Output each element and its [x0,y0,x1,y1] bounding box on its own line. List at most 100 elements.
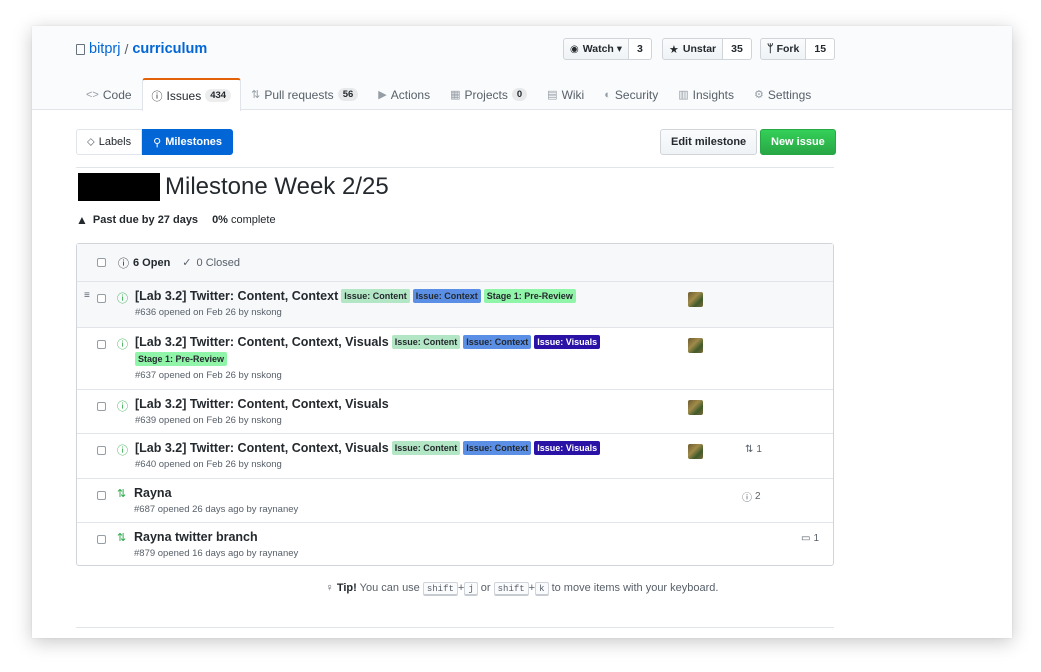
issue-meta: #637 opened on Feb 26 by nskong [135,370,282,381]
tab-pull-requests[interactable]: ⇅ Pull requests 56 [241,78,368,110]
browser-frame: bitprj / curriculum ◉ Watch ▾ 3 ★ Unstar… [32,26,1012,638]
avatar[interactable] [688,400,703,415]
label-issue-context[interactable]: Issue: Context [463,335,532,349]
tab-insights[interactable]: ▥ Insights [668,78,744,110]
tab-label: Code [102,87,132,102]
list-item[interactable]: ⓘ [Lab 3.2] Twitter: Content, Context, V… [77,390,833,434]
issue-title-link[interactable]: [Lab 3.2] Twitter: Content, Context, Vis… [135,397,389,411]
closed-filter[interactable]: 0 Closed [197,257,240,269]
tab-settings[interactable]: ⚙ Settings [744,78,821,110]
light-bulb-icon: ♀ [325,582,334,594]
select-all-checkbox[interactable] [97,258,106,267]
repo-owner-link[interactable]: bitprj [89,41,120,57]
complete-text: complete [230,214,276,226]
tab-label: Security [614,87,659,102]
issue-content: [Lab 3.2] Twitter: Content, Context, Vis… [135,397,683,426]
issue-title-link[interactable]: [Lab 3.2] Twitter: Content, Context, Vis… [135,441,389,455]
issue-checkbox[interactable] [97,340,106,349]
subnav-milestones-text: Milestones [165,136,223,148]
issue-meta: #879 opened 16 days ago by raynaney [134,548,299,559]
redaction-box [78,173,160,201]
comments-link[interactable]: ▭ 1 [801,533,819,544]
tab-code[interactable]: <> Code [76,78,142,110]
graph-icon: ▥ [678,89,689,101]
fork-button[interactable]: ᛘ Fork [760,38,807,60]
fork-count[interactable]: 15 [806,38,836,60]
shield-icon: ◐ [604,88,611,101]
tab-count: 0 [511,88,528,101]
issue-content: Rayna #687 opened 26 days ago by raynane… [134,486,683,515]
issues-box: ⓘ 6 Open ✓ 0 Closed ≡ ⓘ [Lab 3.2] Twitte… [76,243,834,566]
tag-icon: ⬦ [87,135,95,148]
watch-count[interactable]: 3 [629,38,652,60]
label-line: Stage 1: Pre-Review [135,352,683,366]
issue-title-link[interactable]: Rayna twitter branch [134,530,258,544]
unstar-label: Unstar [682,43,717,55]
label-issue-context[interactable]: Issue: Context [463,441,532,455]
issue-checkbox[interactable] [97,402,106,411]
subnav-labels[interactable]: ⬦ Labels [76,129,143,155]
watch-label: Watch ▾ [582,43,623,55]
label-issue-content[interactable]: Issue: Content [341,289,410,303]
pull-request-icon: ⇅ [745,444,754,455]
label-issue-visuals[interactable]: Issue: Visuals [534,335,601,349]
tip-or: or [480,582,491,594]
repo-title: bitprj / curriculum [76,41,207,57]
tab-label: Issues [166,88,202,103]
tab-security[interactable]: ◐ Security [594,78,668,110]
kbd-k: k [535,582,549,596]
edit-milestone-button[interactable]: Edit milestone [660,129,758,155]
issue-title-link[interactable]: [Lab 3.2] Twitter: Content, Context, Vis… [135,335,389,349]
tab-count: 56 [337,88,359,101]
linked-issues[interactable]: ⓘ 2 [742,489,761,504]
label-stage[interactable]: Stage 1: Pre-Review [483,289,576,303]
tip-prefix: Tip! [336,582,357,594]
actions-icon: ▶ [378,89,387,101]
comments-count: 1 [813,533,820,544]
projects-icon: ▦ [450,89,461,101]
open-filter[interactable]: 6 Open [133,257,170,269]
tab-wiki[interactable]: ▤ Wiki [537,78,594,110]
list-item[interactable]: ⓘ [Lab 3.2] Twitter: Content, Context, V… [77,328,833,390]
issue-checkbox[interactable] [97,535,106,544]
list-item[interactable]: ⓘ [Lab 3.2] Twitter: Content, Context, V… [77,434,833,479]
drag-handle-icon[interactable]: ≡ [84,290,90,301]
list-item[interactable]: ≡ ⓘ [Lab 3.2] Twitter: Content, Context I… [77,282,833,328]
list-item[interactable]: ⇅ Rayna #687 opened 26 days ago by rayna… [77,479,833,523]
issue-title-link[interactable]: Rayna [134,486,172,500]
issue-title-link[interactable]: [Lab 3.2] Twitter: Content, Context [135,289,338,303]
issue-checkbox[interactable] [97,491,106,500]
subnav-milestones[interactable]: ⚲ Milestones [142,129,234,155]
star-action: ★ Unstar 35 [662,38,752,60]
label-stage[interactable]: Stage 1: Pre-Review [135,352,228,366]
check-icon: ✓ [182,257,192,269]
issue-content: [Lab 3.2] Twitter: Content, Context, Vis… [135,441,683,470]
divider [76,627,834,628]
issue-checkbox[interactable] [97,294,106,303]
star-count[interactable]: 35 [723,38,752,60]
issue-checkbox[interactable] [97,446,106,455]
label-issue-content[interactable]: Issue: Content [391,335,461,349]
label-issue-visuals[interactable]: Issue: Visuals [534,441,601,455]
avatar[interactable] [688,292,703,307]
label-issue-content[interactable]: Issue: Content [391,441,461,455]
fork-icon: ᛘ [767,43,774,55]
tab-issues[interactable]: ⓘ Issues 434 [141,78,242,111]
tab-actions[interactable]: ▶ Actions [368,78,440,110]
tip-text-end: to move items with your keyboard. [551,582,719,594]
avatar[interactable] [688,338,703,353]
tab-label: Pull requests [264,87,334,102]
milestone-meta: ▲ Past due by 27 days 0% complete [76,213,276,227]
linked-pr[interactable]: ⇅ 1 [745,444,762,455]
list-item[interactable]: ⇅ Rayna twitter branch #879 opened 16 da… [77,523,833,565]
avatar[interactable] [688,444,703,459]
new-issue-button[interactable]: New issue [760,129,836,155]
unstar-button[interactable]: ★ Unstar [662,38,724,60]
repo-tabs: <> Code ⓘ Issues 434 ⇅ Pull requests 56 … [76,78,821,111]
watch-button[interactable]: ◉ Watch ▾ [563,38,630,60]
subnav-labels-text: Labels [98,136,132,148]
repo-name-link[interactable]: curriculum [132,41,207,57]
tab-projects[interactable]: ▦ Projects 0 [440,78,537,110]
label-issue-context[interactable]: Issue: Context [412,289,481,303]
repo-icon [76,43,85,55]
